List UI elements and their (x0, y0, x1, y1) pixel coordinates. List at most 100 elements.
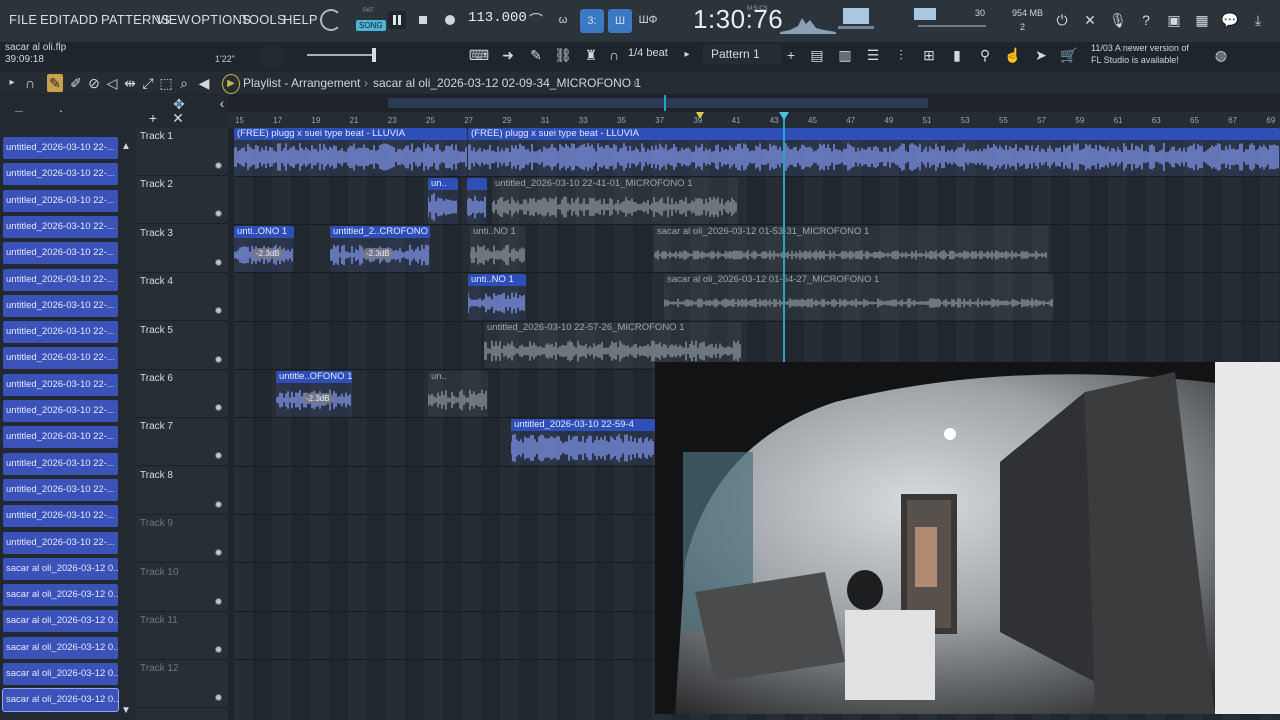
menu-arrow-icon[interactable]: ▸ (6, 74, 18, 92)
magnet-icon[interactable]: ∩ (22, 74, 38, 92)
track-header[interactable]: Track 6 (136, 370, 228, 418)
track-mute-led[interactable] (215, 694, 222, 702)
track-name[interactable]: Track 7 (140, 421, 173, 432)
stamp-icon[interactable]: ♜ (580, 46, 602, 64)
track-name[interactable]: Track 11 (140, 615, 178, 626)
master-pitch-slider[interactable] (307, 54, 375, 56)
track-name[interactable]: Track 4 (140, 276, 173, 287)
playlist-icon[interactable]: ▤ (806, 46, 828, 64)
record-button[interactable] (441, 11, 459, 29)
track-mute-led[interactable] (215, 355, 222, 363)
piano-roll-icon[interactable]: ▥ (834, 46, 856, 64)
browser-item[interactable]: untitled_2026-03-10 22-... (3, 163, 118, 186)
audio-clip[interactable]: unti..ONO 1 -2.3dB (234, 226, 294, 272)
browser-item[interactable]: sacar al oli_2026-03-12 0... (2, 688, 119, 713)
countdown-icon[interactable]: 3: (580, 9, 604, 33)
template-icon[interactable]: ▦ (1192, 11, 1212, 29)
gain-badge[interactable]: -2.3dB (302, 393, 334, 404)
link-icon[interactable]: ⛓ (552, 46, 574, 64)
track-header[interactable]: Track 8 (136, 467, 228, 515)
menu-view[interactable]: VIEW (156, 12, 190, 27)
track-header[interactable]: Track 12 (136, 660, 228, 709)
track-header[interactable]: Track 4 (136, 273, 228, 322)
arrow-right-icon[interactable]: ➜ (497, 46, 519, 64)
mute-tool-icon[interactable]: ◁ (104, 74, 120, 92)
browser-item[interactable]: untitled_2026-03-10 22-... (3, 242, 118, 265)
master-pitch-handle[interactable] (372, 48, 376, 62)
audio-clip[interactable]: untitle..OFONO 1 -2.3dB (276, 371, 352, 417)
track-header[interactable]: Track 9 (136, 515, 228, 564)
browser-item[interactable]: untitled_2026-03-10 22-... (3, 189, 118, 212)
track-header[interactable]: Track 2 (136, 176, 228, 225)
track-name[interactable]: Track 2 (140, 179, 173, 190)
pat-mode-label[interactable]: PAT (363, 8, 374, 14)
track-mute-led[interactable] (215, 162, 222, 169)
metronome-icon[interactable]: ⌒ (526, 11, 546, 29)
snap-menu-arrow-icon[interactable]: ▸ (680, 46, 694, 64)
playhead-marker-icon[interactable] (779, 112, 789, 120)
browser-icon[interactable]: ⊞ (918, 46, 940, 64)
track-name[interactable]: Track 3 (140, 228, 173, 239)
browser-item[interactable]: untitled_2026-03-10 22-... (3, 505, 118, 528)
track-mute-led[interactable] (215, 597, 222, 605)
paint-tool-icon[interactable]: ✐ (68, 74, 84, 92)
file-icon[interactable]: ▮ (946, 46, 968, 64)
browser-item[interactable]: untitled_2026-03-10 22-... (3, 426, 118, 449)
play-pause-button[interactable] (388, 11, 406, 29)
delete-tool-icon[interactable]: ⊘ (86, 74, 102, 92)
update-notice[interactable]: 11/03 A newer version of FL Studio is av… (1091, 42, 1189, 66)
chat-icon[interactable]: 💬 (1220, 11, 1240, 29)
audio-clip[interactable]: unti..NO 1 (468, 274, 526, 320)
track-header[interactable]: Track 7 (136, 418, 228, 467)
browser-item[interactable]: untitled_2026-03-10 22-... (3, 137, 118, 159)
zoom-tool-icon[interactable]: ⌕ (176, 74, 192, 92)
track-resize-icon[interactable]: ✥ (168, 95, 190, 113)
download-icon[interactable]: ⤓ (1248, 11, 1268, 29)
loop-marker-icon[interactable] (696, 112, 704, 119)
browser-item[interactable]: untitled_2026-03-10 22-... (3, 347, 118, 370)
track-name[interactable]: Track 5 (140, 325, 173, 336)
audio-clip[interactable]: sacar al oli_2026-03-12 01-54-27_MICROFO… (664, 274, 1054, 320)
browser-item[interactable]: untitled_2026-03-10 22-... (3, 531, 118, 554)
browser-item[interactable]: sacar al oli_2026-03-12 0... (3, 636, 118, 659)
menu-tools[interactable]: TOOLS (241, 12, 286, 27)
draw-tool-icon[interactable]: ✎ (47, 74, 63, 92)
master-volume-knob[interactable] (320, 9, 342, 31)
track-name[interactable]: Track 12 (140, 663, 179, 674)
audio-clip[interactable]: untitled_2..CROFONO 1 -2.3dB (330, 226, 430, 272)
audio-clip[interactable]: un.. (428, 178, 458, 224)
menu-add[interactable]: ADD (70, 12, 98, 27)
track-name[interactable]: Track 9 (140, 518, 173, 529)
gain-badge[interactable]: -2.3dB (362, 248, 394, 259)
track-mute-led[interactable] (215, 258, 222, 266)
scroll-left-icon[interactable]: ‹ (215, 94, 229, 112)
pitch-knob[interactable] (260, 45, 284, 69)
track-header[interactable]: Track 1 (136, 128, 228, 176)
audio-clip[interactable]: (FREE) plugg x suei type beat - LLUVIA (234, 128, 467, 176)
scroll-up-icon[interactable]: ▲ (119, 138, 133, 156)
step-edit-icon[interactable]: Ш (608, 9, 632, 33)
audio-clip[interactable]: un.. (428, 371, 488, 417)
pipeline-icon[interactable]: ➤ (1030, 46, 1052, 64)
touch-icon[interactable]: ☝ (1002, 46, 1024, 64)
add-pattern-icon[interactable]: + (783, 46, 799, 64)
playback-tool-icon[interactable]: ◀ (196, 74, 212, 92)
playlist-overview[interactable] (228, 95, 1280, 111)
browser-item[interactable]: untitled_2026-03-10 22-... (3, 478, 118, 501)
browser-item[interactable]: sacar al oli_2026-03-12 0... (3, 610, 118, 633)
browser-item[interactable]: untitled_2026-03-10 22-... (3, 452, 118, 475)
track-mute-led[interactable] (215, 404, 222, 411)
audio-clip[interactable]: untitled_2026-03-10 22-41-01_MICROFONO 1 (492, 178, 738, 224)
track-name[interactable]: Track 1 (140, 131, 173, 142)
audio-clip[interactable]: (FREE) plugg x suei type beat - LLUVIA (468, 128, 1280, 176)
snap-magnet-icon[interactable]: ∩ (606, 46, 622, 64)
pencil-icon[interactable]: ✎ (525, 46, 547, 64)
panic-icon[interactable]: ✕ (1080, 11, 1100, 29)
audio-clip[interactable]: sacar al oli_2026-03-12 01-53-31_MICROFO… (654, 226, 1048, 272)
track-mute-led[interactable] (215, 452, 222, 460)
song-time-display[interactable]: 1:30:76 (693, 4, 783, 35)
browser-item[interactable]: untitled_2026-03-10 22-... (3, 321, 118, 344)
add-track-icon[interactable]: + (145, 109, 161, 127)
save-icon[interactable]: ▣ (1164, 11, 1184, 29)
channel-rack-icon[interactable]: ☰ (862, 46, 884, 64)
